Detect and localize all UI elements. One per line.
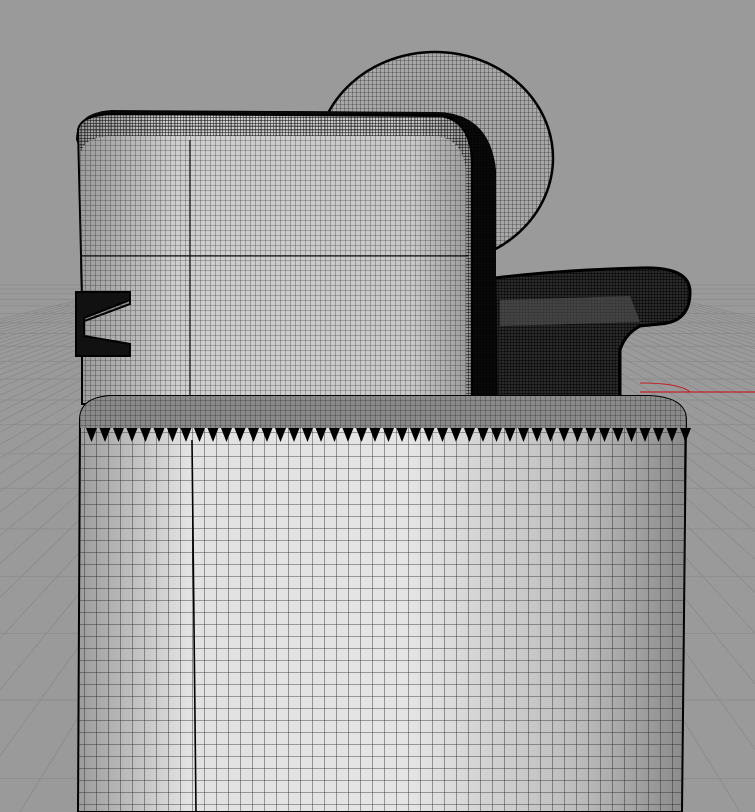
lighter-hood xyxy=(75,110,496,405)
viewport-scene[interactable] xyxy=(0,0,755,812)
lighter-body xyxy=(76,395,691,812)
3d-viewport[interactable] xyxy=(0,0,755,812)
